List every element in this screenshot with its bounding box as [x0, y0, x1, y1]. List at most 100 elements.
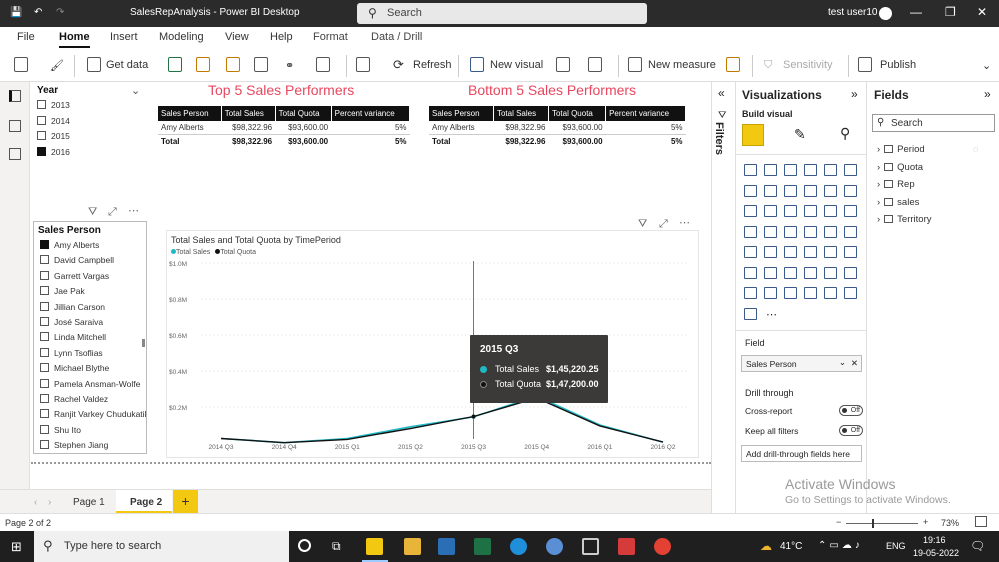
cross-report-toggle[interactable]: Off	[839, 405, 863, 416]
column-header[interactable]: Total Quota	[548, 106, 607, 121]
clustered-column-icon[interactable]	[804, 164, 817, 176]
clock-date[interactable]: 19-05-2022	[913, 548, 959, 558]
map-icon[interactable]	[744, 225, 757, 238]
fit-to-page-icon[interactable]	[975, 516, 987, 527]
sales-person-option[interactable]: José Saraiva	[40, 317, 103, 327]
checkbox[interactable]	[40, 255, 49, 265]
undo-icon[interactable]: ↶	[34, 7, 42, 18]
app-icon[interactable]	[546, 538, 563, 555]
checkbox[interactable]	[40, 378, 49, 388]
field-well[interactable]: Sales Person ⌄ ✕	[741, 355, 862, 372]
language-indicator[interactable]: ENG	[886, 541, 906, 551]
clustered-bar-icon[interactable]	[784, 164, 797, 176]
redo-icon[interactable]: ↷	[56, 7, 64, 18]
ribbon-icon[interactable]	[844, 184, 857, 197]
matrix-icon[interactable]	[824, 246, 837, 258]
multi-row-card-icon[interactable]	[744, 246, 757, 258]
stacked-column-icon[interactable]	[764, 164, 777, 176]
new-visual-button[interactable]: New visual	[490, 59, 543, 71]
python-visual-icon[interactable]	[744, 266, 757, 279]
qa-icon[interactable]	[804, 266, 817, 279]
new-measure-button[interactable]: New measure	[648, 59, 716, 71]
power-apps-icon[interactable]	[764, 287, 777, 299]
datamart-icon[interactable]	[226, 57, 240, 72]
sales-person-option[interactable]: Shu Ito	[40, 424, 81, 435]
analytics-icon[interactable]: ⚲	[840, 125, 850, 142]
sales-person-option[interactable]: Ranjit Varkey Chudukatil	[40, 409, 146, 419]
powerbi-taskbar-icon[interactable]	[366, 538, 383, 555]
decomposition-tree-icon[interactable]	[784, 266, 797, 279]
build-visual-icon[interactable]	[742, 124, 764, 146]
more-options-icon[interactable]: ⋯	[128, 204, 139, 217]
checkbox[interactable]	[40, 440, 49, 450]
year-option[interactable]: 2015	[37, 131, 70, 141]
taskbar-search-input[interactable]: ⚲ Type here to search	[34, 531, 289, 562]
table-icon[interactable]	[804, 246, 817, 258]
column-header[interactable]: Sales Person	[429, 106, 494, 121]
data-view-icon[interactable]	[9, 120, 21, 132]
app-icon[interactable]	[618, 538, 635, 555]
card-icon[interactable]	[844, 225, 857, 238]
save-icon[interactable]: 💾	[10, 7, 22, 18]
tab-file[interactable]: File	[17, 31, 35, 43]
get-data-button[interactable]: Get data	[106, 59, 148, 71]
cortana-icon[interactable]	[298, 539, 311, 552]
sales-person-option[interactable]: Amy Alberts	[40, 240, 99, 250]
donut-icon[interactable]	[824, 205, 837, 217]
zoom-slider-thumb[interactable]	[872, 519, 874, 528]
column-header[interactable]: Total Sales	[221, 106, 276, 121]
tab-home[interactable]: Home	[59, 31, 90, 48]
format-visual-icon[interactable]: ✎	[794, 126, 806, 143]
zoom-out-icon[interactable]: −	[836, 517, 841, 527]
weather-icon[interactable]: ☁	[760, 539, 772, 553]
chevron-down-icon[interactable]: ⌄	[131, 84, 140, 97]
title-search-box[interactable]: ⚲ Search	[357, 3, 647, 24]
stacked-bar-icon[interactable]	[744, 164, 757, 176]
chevron-right-icon[interactable]: ›	[877, 179, 880, 190]
line-chart-plot[interactable]: $0.2M $0.4M $0.6M $0.8M $1.0M 2014 Q3 2014 Q4 2…	[167, 231, 698, 457]
more-options-icon[interactable]: ⋯	[679, 216, 690, 229]
publish-button[interactable]: Publish	[880, 59, 916, 71]
treemap-icon[interactable]	[844, 205, 857, 217]
app-icon[interactable]	[438, 538, 455, 555]
series-line-total-sales[interactable]	[220, 395, 664, 444]
app-icon[interactable]	[582, 538, 599, 555]
excel-taskbar-icon[interactable]	[474, 538, 491, 555]
focus-mode-icon[interactable]: ⤢	[108, 206, 117, 219]
checkbox[interactable]	[40, 347, 49, 357]
100-bar-icon[interactable]	[824, 164, 837, 176]
checkbox[interactable]	[40, 286, 49, 296]
goals-icon[interactable]	[844, 266, 857, 279]
tab-insert[interactable]: Insert	[110, 31, 138, 43]
fields-search-input[interactable]: ⚲ Search	[872, 114, 995, 132]
field-table-territory[interactable]: › Territory	[877, 214, 931, 225]
edge-icon[interactable]	[510, 538, 527, 555]
checkbox[interactable]	[40, 301, 49, 311]
column-header[interactable]: Sales Person	[158, 106, 222, 121]
add-page-button[interactable]: +	[173, 490, 198, 513]
windows-start-icon[interactable]: ⊞	[11, 539, 22, 555]
checkbox[interactable]	[40, 363, 49, 373]
paginated-icon[interactable]	[744, 287, 757, 299]
recent-sources-icon[interactable]: ⚭	[285, 59, 294, 72]
close-icon[interactable]: ✕	[977, 5, 987, 19]
quick-measure-icon[interactable]	[726, 57, 740, 72]
sales-person-option[interactable]: Linda Mitchell	[40, 332, 106, 342]
table-row[interactable]: Amy Alberts $98,322.96 $93,600.00 5%	[429, 121, 686, 135]
refresh-button[interactable]: Refresh	[413, 59, 452, 71]
prev-page-icon[interactable]: ‹	[34, 497, 37, 508]
checkbox[interactable]	[40, 240, 49, 249]
more-visuals-icon[interactable]: ⋯	[766, 308, 777, 321]
deneb-icon[interactable]	[824, 287, 837, 299]
chrome-icon[interactable]	[654, 538, 671, 555]
chevron-right-icon[interactable]: ›	[877, 144, 880, 155]
tab-data-drill[interactable]: Data / Drill	[371, 31, 422, 43]
chevron-down-icon[interactable]: ⌄	[982, 59, 991, 72]
slicer-icon[interactable]	[784, 246, 797, 258]
line-column-icon[interactable]	[804, 184, 817, 197]
checkbox[interactable]	[40, 394, 49, 403]
checkbox[interactable]	[40, 409, 49, 419]
tab-help[interactable]: Help	[270, 31, 293, 43]
year-option[interactable]: 2016	[37, 146, 70, 157]
chevron-right-icon[interactable]: ›	[877, 162, 880, 173]
